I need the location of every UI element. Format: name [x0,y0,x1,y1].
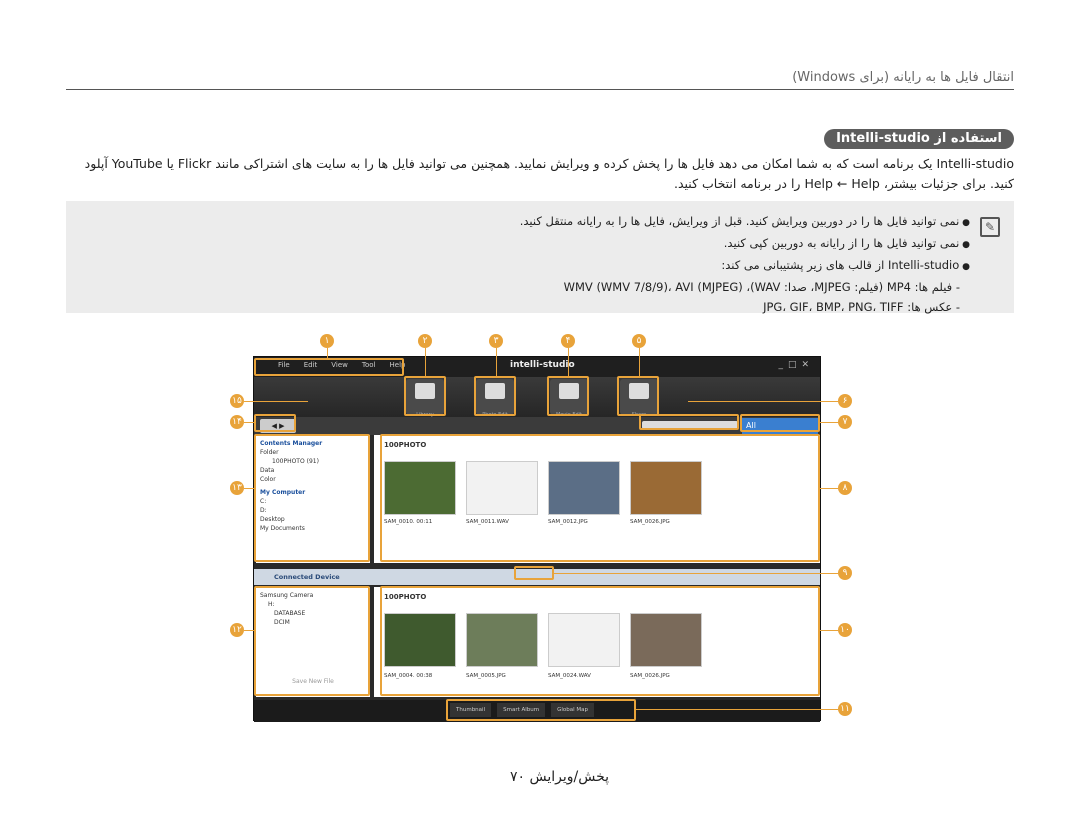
callout-4: ۴ [561,334,575,348]
leader-line [688,401,838,402]
highlight-views [740,414,820,432]
note-list: نمی توانید فایل ها را در دوربین ویرایش ک… [90,211,970,317]
callout-14: ۱۴ [230,415,244,429]
callout-10: ۱۰ [838,623,852,637]
leader-line [244,630,254,631]
intro-text: Intelli-studio یک برنامه است که به شما ا… [54,154,1014,194]
leader-line [639,348,640,376]
intro-line-1: Intelli-studio یک برنامه است که به شما ا… [84,156,1014,171]
leader-line [496,348,497,376]
callout-13: ۱۳ [230,481,244,495]
leader-line [636,709,838,710]
highlight-device-grid [380,586,820,696]
toolbar [254,377,820,417]
note-item: نمی توانید فایل ها را از رایانه به دوربی… [90,233,970,255]
intro-line-2: کنید. برای جزئیات بیشتر، Help ← Help را … [674,176,1014,191]
highlight-photo-edit [474,376,516,416]
note-item: نمی توانید فایل ها را در دوربین ویرایش ک… [90,211,970,233]
callout-8: ۸ [838,481,852,495]
app-logo: intelli-studio [510,360,575,370]
callout-2: ۲ [418,334,432,348]
highlight-menu [254,358,404,376]
note-box: ✎ نمی توانید فایل ها را در دوربین ویرایش… [66,201,1014,314]
page-header: انتقال فایل ها به رایانه (برای Windows) [792,70,1014,85]
highlight-tree [254,434,370,562]
highlight-grid [380,434,820,562]
leader-line [244,488,254,489]
note-icon: ✎ [980,217,1000,237]
callout-7: ۷ [838,415,852,429]
highlight-device-tree [254,586,370,696]
callout-11: ۱۱ [838,702,852,716]
callout-12: ۱۲ [230,623,244,637]
highlight-share [617,376,659,416]
highlight-nav [254,414,296,432]
section-title: استفاده از Intelli-studio [824,129,1014,149]
window-controls[interactable]: _□✕ [778,360,814,370]
note-subitem: عکس ها: JPG، GIF، BMP، PNG، TIFF [90,297,970,317]
highlight-tabs [446,699,636,721]
callout-15: ۱۵ [230,394,244,408]
callout-5: ۵ [632,334,646,348]
leader-line [244,422,254,423]
leader-line [820,488,838,489]
page-footer: پخش/ویرایش ۷۰ [510,769,610,785]
leader-line [327,348,328,358]
note-subitem: فیلم ها: MP4 (فیلم: MJPEG، صدا: WAV)، WM… [90,277,970,297]
leader-line [244,401,308,402]
highlight-library [404,376,446,416]
callout-9: ۹ [838,566,852,580]
leader-line [554,573,838,574]
leader-line [820,630,838,631]
header-rule [66,89,1014,90]
note-item: Intelli-studio از قالب های زیر پشتیبانی … [90,255,970,277]
highlight-zoom [639,414,739,430]
leader-line [425,348,426,376]
leader-line [820,422,838,423]
leader-line [568,348,569,376]
callout-6: ۶ [838,394,852,408]
callout-1: ۱ [320,334,334,348]
callout-3: ۳ [489,334,503,348]
highlight-movie-edit [547,376,589,416]
highlight-connected [514,566,554,580]
